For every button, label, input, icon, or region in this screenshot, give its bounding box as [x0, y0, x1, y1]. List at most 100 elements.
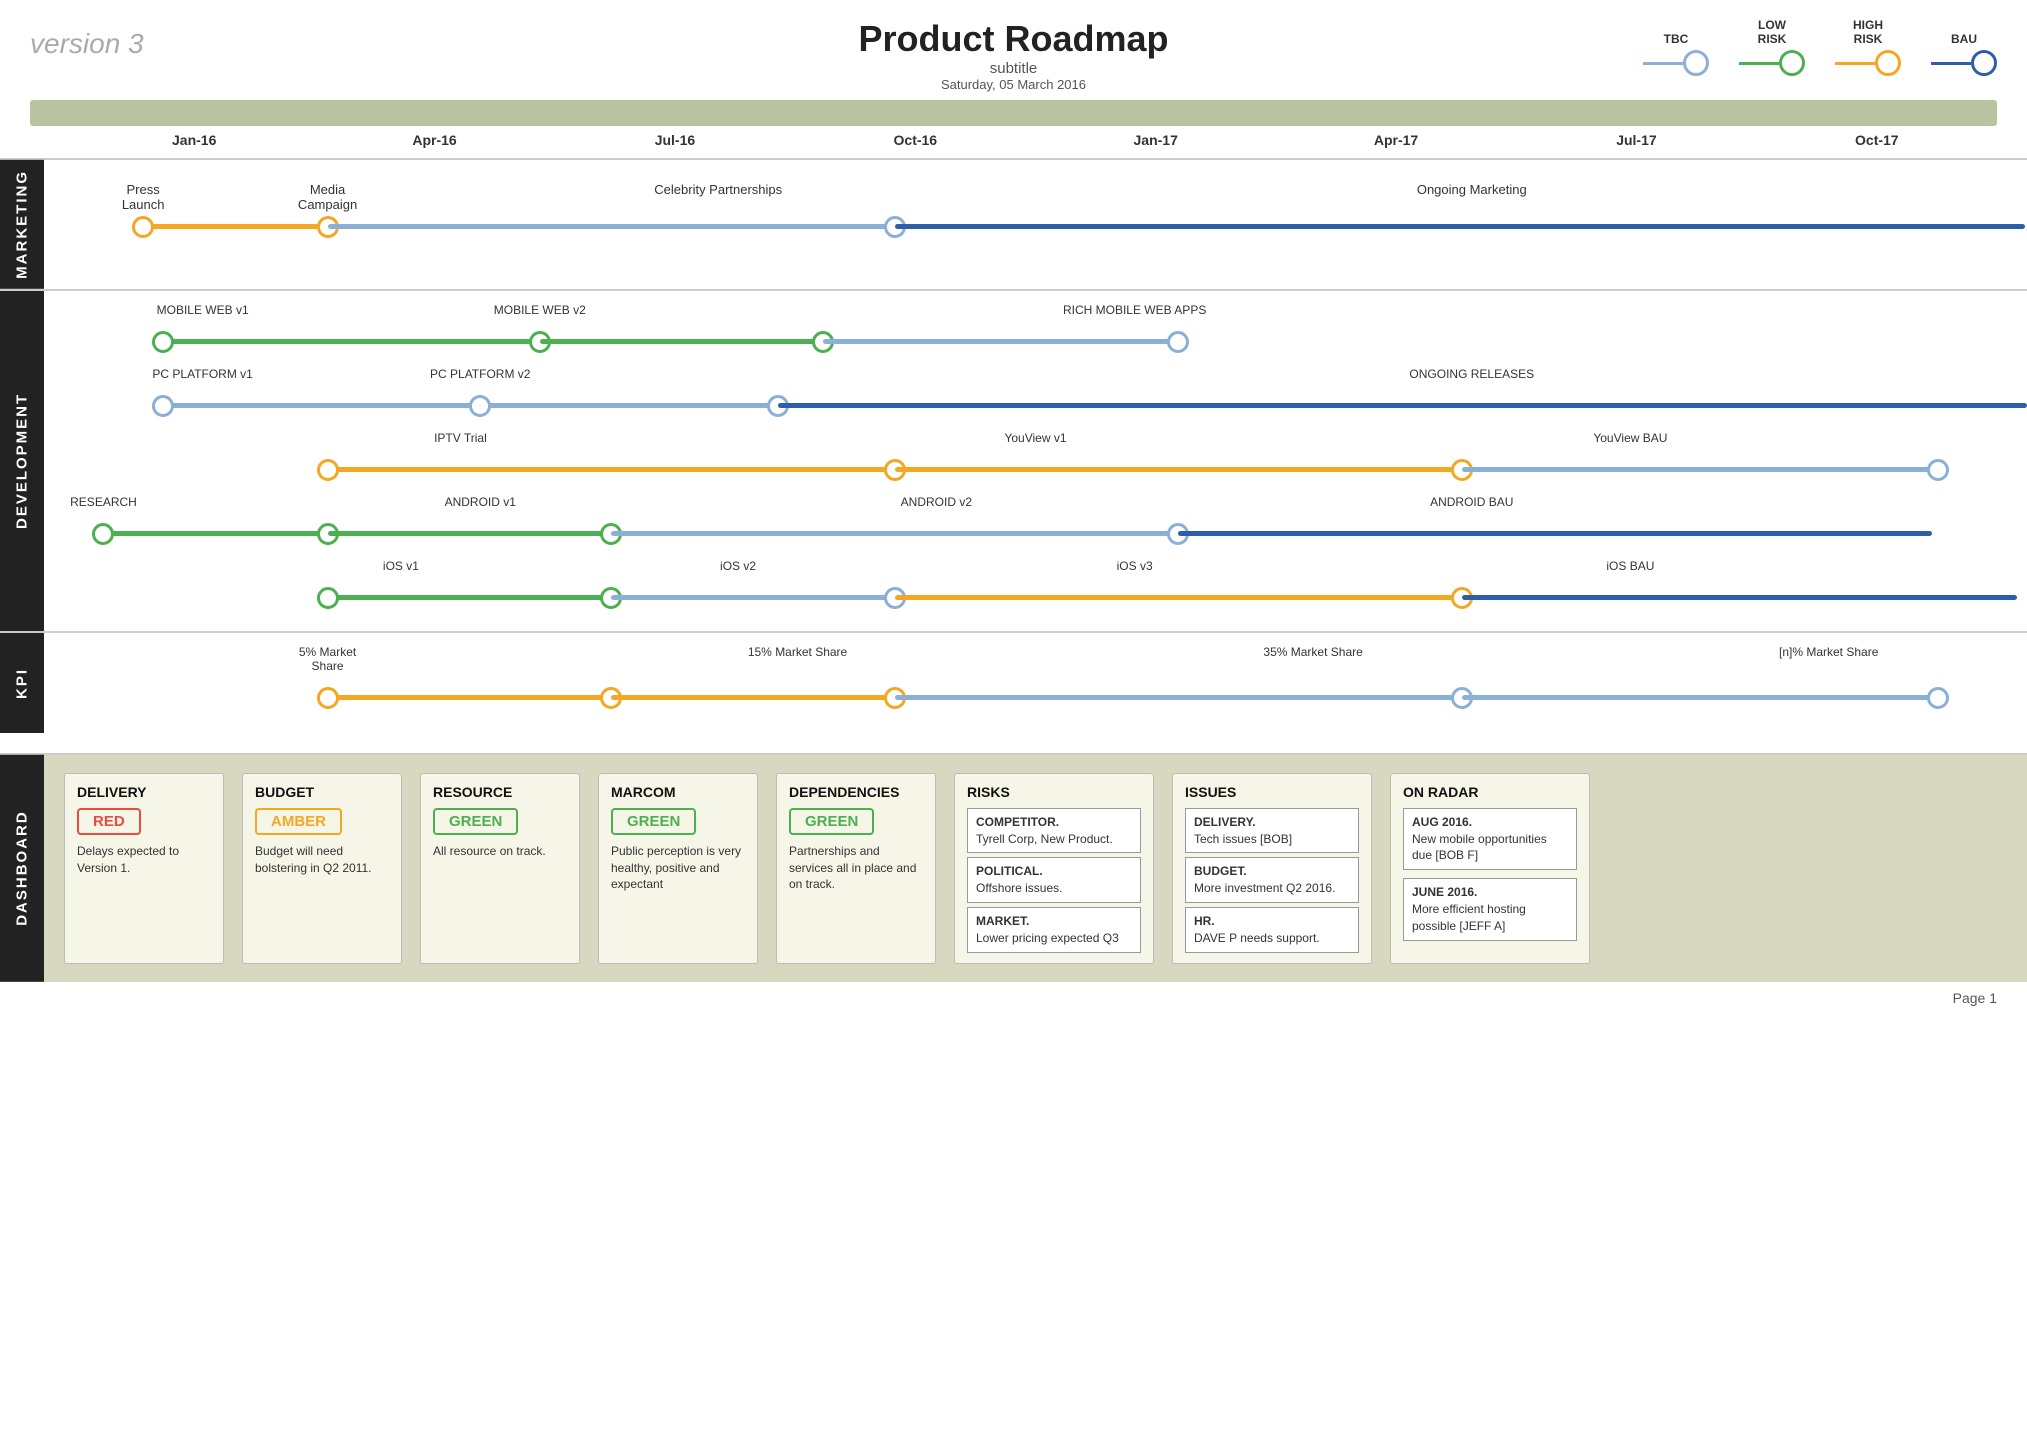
legend-low-risk-circle	[1779, 50, 1805, 76]
radar-jun-text: More efficient hosting possible [JEFF A]	[1412, 902, 1526, 933]
kpi-blue-line	[895, 695, 1462, 700]
resource-badge: GREEN	[433, 808, 518, 835]
month-jan16: Jan-16	[74, 132, 314, 148]
kpi-circle5	[1927, 687, 1949, 709]
legend-high-risk-circle	[1875, 50, 1901, 76]
issue-delivery-label: DELIVERY.	[1194, 815, 1256, 829]
marketing-label: MARKETING	[0, 160, 44, 289]
celebrity-label: Celebrity Partnerships	[654, 182, 782, 197]
dependencies-text: Partnerships and services all in place a…	[789, 843, 923, 893]
kpi-blue2-line	[1462, 695, 1938, 700]
legend-bau: BAU	[1931, 32, 1997, 76]
kpi-orange2-line	[611, 695, 895, 700]
dashboard-content: DELIVERY RED Delays expected to Version …	[44, 755, 2027, 982]
iptv-circle1	[317, 459, 339, 481]
press-launch-label: PressLaunch	[122, 182, 165, 212]
risks-card: RISKS COMPETITOR. Tyrell Corp, New Produ…	[954, 773, 1154, 964]
android-bau-label: ANDROID BAU	[1430, 495, 1513, 509]
kpi-track: 5% MarketShare 15% Market Share 35% Mark…	[44, 643, 2027, 723]
rich-mobile-label: RICH MOBILE WEB APPS	[1063, 303, 1206, 317]
risk-competitor-text: Tyrell Corp, New Product.	[976, 832, 1113, 846]
issues-title: ISSUES	[1185, 784, 1359, 800]
timeline-bar	[30, 100, 1997, 126]
research-label: RESEARCH	[70, 495, 137, 509]
risks-political: POLITICAL. Offshore issues.	[967, 857, 1141, 903]
risks-competitor: COMPETITOR. Tyrell Corp, New Product.	[967, 808, 1141, 854]
issues-hr: HR. DAVE P needs support.	[1185, 907, 1359, 953]
legend-bau-bar	[1931, 62, 1971, 65]
month-oct17: Oct-17	[1757, 132, 1997, 148]
resource-text: All resource on track.	[433, 843, 567, 860]
track-iptv: IPTV Trial YouView v1 YouView BAU	[44, 429, 2027, 489]
track-mobile-web: MOBILE WEB v1 MOBILE WEB v2 RICH MOBILE …	[44, 301, 2027, 361]
risks-title: RISKS	[967, 784, 1141, 800]
kpi-n-pct-label: [n]% Market Share	[1779, 645, 1878, 659]
legend-high-risk-label: HIGHRISK	[1853, 18, 1883, 46]
legend-high-risk-line	[1835, 50, 1901, 76]
legend-high-risk: HIGHRISK	[1835, 18, 1901, 76]
kpi-section: KPI 5% MarketShare 15% Market Share 35% …	[0, 631, 2027, 733]
ios-v1-label: iOS v1	[383, 559, 419, 573]
delivery-badge: RED	[77, 808, 141, 835]
issues-delivery: DELIVERY. Tech issues [BOB]	[1185, 808, 1359, 854]
mkt-orange-line	[143, 224, 327, 229]
ongoing-marketing-label: Ongoing Marketing	[1417, 182, 1527, 197]
risk-market-label: MARKET.	[976, 914, 1029, 928]
radar-jun2016: JUNE 2016. More efficient hosting possib…	[1403, 878, 1577, 940]
radar-aug-text: New mobile opportunities due [BOB F]	[1412, 832, 1547, 863]
kpi-5pct-label: 5% MarketShare	[299, 645, 356, 673]
android-v2-label: ANDROID v2	[901, 495, 972, 509]
legend-tbc-line-bar	[1643, 62, 1683, 65]
android-blue-line	[611, 531, 1178, 536]
mkt-circle-press	[132, 216, 154, 238]
dependencies-card: DEPENDENCIES GREEN Partnerships and serv…	[776, 773, 936, 964]
kpi-circle1	[317, 687, 339, 709]
kpi-35pct-label: 35% Market Share	[1263, 645, 1362, 659]
legend-tbc-label: TBC	[1664, 32, 1689, 46]
radar-aug2016: AUG 2016. New mobile opportunities due […	[1403, 808, 1577, 870]
issue-delivery-text: Tech issues [BOB]	[1194, 832, 1292, 846]
kpi-label: KPI	[0, 633, 44, 733]
delivery-title: DELIVERY	[77, 784, 211, 800]
pc-blue2-line	[480, 403, 777, 408]
dashboard-section: DASHBOARD DELIVERY RED Delays expected t…	[0, 753, 2027, 982]
mobile-web-v1-label: MOBILE WEB v1	[157, 303, 249, 317]
ios-v3-label: iOS v3	[1117, 559, 1153, 573]
mw-circle4	[1167, 331, 1189, 353]
ios-darkblue-line	[1462, 595, 2017, 600]
budget-badge: AMBER	[255, 808, 342, 835]
ios-circle1	[317, 587, 339, 609]
iptv-orange2-line	[895, 467, 1462, 472]
pc-v1-label: PC PLATFORM v1	[152, 367, 252, 381]
android-darkblue-line	[1178, 531, 1932, 536]
marcom-title: MARCOM	[611, 784, 745, 800]
iptv-blue-line	[1462, 467, 1938, 472]
marcom-text: Public perception is very healthy, posit…	[611, 843, 745, 893]
risk-competitor-label: COMPETITOR.	[976, 815, 1059, 829]
kpi-15pct-label: 15% Market Share	[748, 645, 847, 659]
marketing-track: PressLaunch MediaCampaign Celebrity Part…	[44, 180, 2027, 250]
kpi-orange1-line	[328, 695, 612, 700]
budget-card: BUDGET AMBER Budget will need bolstering…	[242, 773, 402, 964]
issue-hr-text: DAVE P needs support.	[1194, 931, 1320, 945]
radar-jun-label: JUNE 2016.	[1412, 885, 1477, 899]
legend-low-risk-label: LOWRISK	[1758, 18, 1787, 46]
youview-v1-label: YouView v1	[1004, 431, 1066, 445]
page-number: Page 1	[0, 982, 2027, 1014]
legend-tbc-line	[1643, 50, 1709, 76]
pc-circle1	[152, 395, 174, 417]
pc-blue1-line	[163, 403, 480, 408]
version-label: version 3	[30, 28, 144, 60]
month-jul17: Jul-17	[1516, 132, 1756, 148]
mw-green-line	[163, 339, 540, 344]
issue-budget-text: More investment Q2 2016.	[1194, 881, 1335, 895]
dashboard-label: DASHBOARD	[0, 755, 44, 982]
legend-low-risk-line	[1739, 50, 1805, 76]
mobile-web-v2-label: MOBILE WEB v2	[494, 303, 586, 317]
marketing-section: MARKETING PressLaunch MediaCampaign Cele…	[0, 158, 2027, 289]
mkt-blue1-line	[328, 224, 895, 229]
dependencies-title: DEPENDENCIES	[789, 784, 923, 800]
iptv-circle4	[1927, 459, 1949, 481]
month-jan17: Jan-17	[1036, 132, 1276, 148]
resource-card: RESOURCE GREEN All resource on track.	[420, 773, 580, 964]
